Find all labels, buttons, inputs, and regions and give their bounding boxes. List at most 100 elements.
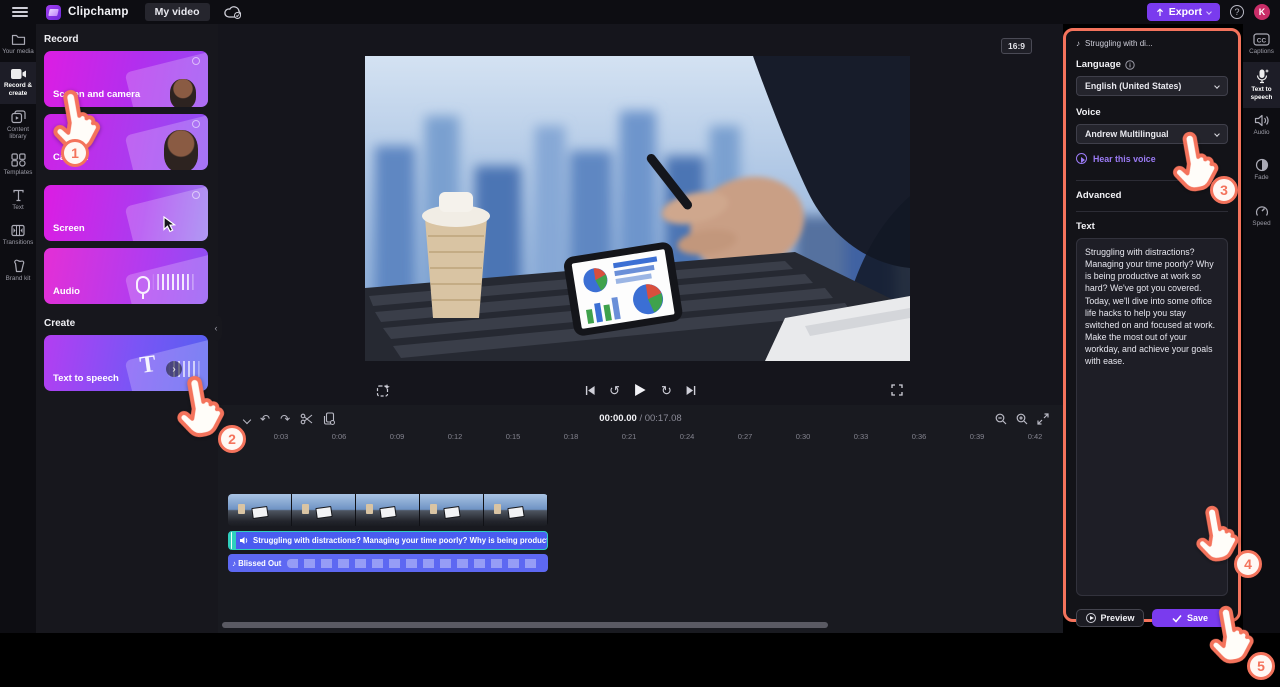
video-frame	[365, 56, 910, 361]
cloud-sync-icon	[224, 5, 242, 19]
check-icon	[1172, 614, 1182, 623]
presenter-photo	[170, 79, 196, 107]
scene-suggestion-icon[interactable]	[376, 383, 391, 398]
brand-kit-icon	[12, 259, 25, 273]
sidebar-item-your-media[interactable]: Your media	[0, 24, 36, 62]
play-circle-icon	[1086, 613, 1096, 623]
record-section-header: Record	[44, 34, 218, 45]
skip-to-end-icon[interactable]	[686, 385, 697, 396]
rail-item-captions[interactable]: CC Captions	[1243, 24, 1280, 62]
project-title-tab[interactable]: My video	[145, 3, 210, 21]
sidebar-item-brand-kit[interactable]: Brand kit	[0, 253, 36, 289]
sidebar-item-content-library[interactable]: Content library	[0, 104, 36, 148]
speaker-icon	[239, 536, 249, 545]
help-icon[interactable]: ?	[1230, 5, 1244, 19]
video-thumbnail	[484, 494, 548, 526]
skip-to-start-icon[interactable]	[584, 385, 595, 396]
play-icon[interactable]	[634, 383, 647, 397]
card-option-icon	[192, 120, 200, 128]
presenter-photo	[164, 130, 198, 170]
speed-gauge-icon	[1255, 204, 1269, 218]
export-button[interactable]: Export	[1147, 3, 1220, 21]
open-tts-arrow-icon[interactable]: ›	[166, 361, 182, 377]
card-camera[interactable]: Camera	[44, 114, 208, 170]
rail-item-audio[interactable]: Audio	[1243, 108, 1280, 143]
fullscreen-icon[interactable]	[891, 384, 903, 396]
upload-icon	[1156, 8, 1164, 17]
captions-icon: CC	[1253, 33, 1270, 46]
clipchamp-logo	[46, 5, 61, 20]
collapse-timeline-icon[interactable]	[244, 413, 250, 425]
language-select[interactable]: English (United States)	[1076, 76, 1228, 96]
undo-icon[interactable]: ↶	[260, 413, 270, 425]
hamburger-menu-icon[interactable]	[12, 7, 28, 17]
forward-icon[interactable]: ↻	[661, 384, 672, 397]
card-option-icon	[192, 57, 200, 65]
audio-waveform	[287, 559, 540, 568]
player-controls: ↺ ↻	[218, 376, 1063, 404]
text-to-speech-panel: ♪ Struggling with di... Language English…	[1063, 28, 1241, 622]
microphone-icon	[136, 276, 150, 294]
sidebar-item-record-create[interactable]: Record & create	[0, 62, 36, 104]
create-section-header: Create	[44, 318, 218, 329]
tts-text-input[interactable]: Struggling with distractions? Managing y…	[1076, 238, 1228, 596]
rail-item-speed[interactable]: Speed	[1243, 198, 1280, 234]
save-button[interactable]: Save	[1152, 609, 1228, 627]
rail-item-fade[interactable]: Fade	[1243, 152, 1280, 188]
export-label: Export	[1169, 6, 1202, 18]
advanced-section-toggle[interactable]: Advanced	[1076, 190, 1228, 201]
content-library-icon	[11, 110, 26, 124]
waveform-icon	[152, 274, 196, 290]
left-sidebar: Your media Record & create Content libra…	[0, 24, 36, 633]
aspect-ratio-badge[interactable]: 16:9	[1001, 38, 1032, 54]
video-thumbnail	[356, 494, 420, 526]
video-thumbnail	[228, 494, 292, 526]
panel-header-title: Struggling with di...	[1085, 39, 1153, 48]
card-audio[interactable]: Audio	[44, 248, 208, 304]
editor-center: 16:9	[218, 24, 1063, 633]
templates-icon	[11, 153, 26, 167]
card-text-to-speech[interactable]: T › Text to speech	[44, 335, 208, 391]
video-thumbnail	[420, 494, 484, 526]
zoom-in-icon[interactable]	[1016, 413, 1028, 425]
video-thumbnail	[292, 494, 356, 526]
tts-audio-clip-selected[interactable]: Struggling with distractions? Managing y…	[228, 531, 548, 550]
trim-handle-left[interactable]	[229, 532, 236, 549]
user-avatar[interactable]: K	[1254, 4, 1270, 20]
hear-this-voice-link[interactable]: Hear this voice	[1076, 153, 1228, 164]
video-track-clip[interactable]	[228, 494, 548, 526]
right-property-rail: CC Captions Text to speech Audio Fade Sp…	[1243, 24, 1280, 633]
brand-name: Clipchamp	[68, 6, 129, 18]
transitions-icon	[11, 224, 25, 237]
timeline-horizontal-scrollbar[interactable]	[222, 622, 828, 628]
card-screen-and-camera[interactable]: Screen and camera	[44, 51, 208, 107]
card-option-icon	[192, 191, 200, 199]
audio-speaker-icon	[1254, 114, 1269, 127]
fit-to-screen-icon[interactable]	[1037, 413, 1049, 425]
duplicate-icon[interactable]	[323, 412, 335, 425]
preview-voice-button[interactable]: Preview	[1076, 609, 1144, 627]
collapse-panel-handle[interactable]: ‹	[210, 315, 222, 341]
rewind-icon[interactable]: ↺	[609, 384, 620, 397]
sidebar-item-text[interactable]: Text	[0, 183, 36, 218]
playhead[interactable]	[226, 429, 234, 435]
timeline-ruler[interactable]: 0:030:06 0:090:12 0:150:18 0:210:24 0:27…	[252, 432, 1063, 448]
video-preview[interactable]	[365, 56, 910, 361]
timeline-toolbar: ↶ ↷ 00:00.00 / 00:17.08	[218, 405, 1063, 432]
voice-label: Voice	[1076, 107, 1228, 118]
split-scissors-icon[interactable]	[300, 413, 313, 425]
info-icon[interactable]	[1125, 60, 1135, 70]
rail-item-text-to-speech[interactable]: Text to speech	[1243, 62, 1280, 108]
sidebar-item-transitions[interactable]: Transitions	[0, 218, 36, 253]
card-screen[interactable]: Screen	[44, 185, 208, 241]
text-icon	[12, 189, 25, 202]
music-track-clip[interactable]: ♪ Blissed Out	[228, 554, 548, 572]
redo-icon[interactable]: ↷	[280, 413, 290, 425]
folder-icon	[11, 33, 26, 46]
top-bar: Clipchamp My video Export ? K	[0, 0, 1280, 24]
tts-microphone-icon	[1255, 68, 1269, 84]
zoom-out-icon[interactable]	[995, 413, 1007, 425]
sidebar-item-templates[interactable]: Templates	[0, 147, 36, 183]
play-circle-icon	[1076, 153, 1087, 164]
voice-select[interactable]: Andrew Multilingual	[1076, 124, 1228, 144]
